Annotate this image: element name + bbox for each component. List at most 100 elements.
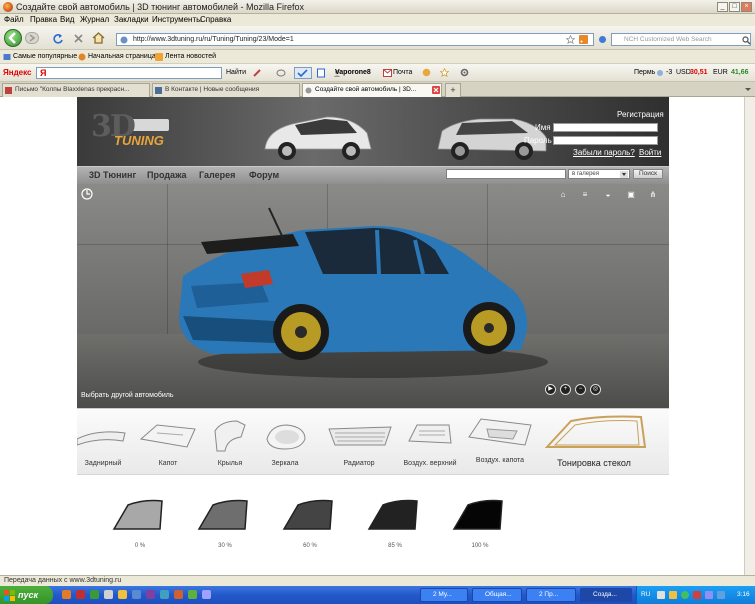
part-hood[interactable]: Капот <box>133 409 203 476</box>
favorites-star-icon[interactable] <box>440 68 449 77</box>
camera-icon[interactable]: ▣ <box>625 190 637 200</box>
yandex-search-input[interactable]: Я <box>36 67 222 79</box>
tab-close-icon[interactable] <box>432 86 440 94</box>
tint-option-85[interactable]: 85 % <box>365 489 425 549</box>
part-roof-scoop[interactable]: Воздух. верхний <box>399 409 461 476</box>
tray-antivirus-icon[interactable] <box>693 591 701 599</box>
view-list-icon[interactable]: ≡ <box>579 190 591 200</box>
play-icon[interactable]: ▶ <box>545 384 556 395</box>
zoom-in-icon[interactable]: + <box>560 384 571 395</box>
tray-app-icon[interactable] <box>717 591 725 599</box>
forgot-password-link[interactable]: Забыли пароль? <box>573 148 635 157</box>
tint-option-0[interactable]: 0 % <box>110 489 170 549</box>
part-window-tint[interactable]: Тонировка стекол <box>539 409 649 476</box>
tab-list-icon[interactable] <box>744 85 752 93</box>
site-logo-tuning[interactable]: TUNING <box>114 133 164 148</box>
yandex-find-button[interactable]: Найти <box>226 69 246 76</box>
tint-option-30[interactable]: 30 % <box>195 489 255 549</box>
rotate-icon[interactable] <box>81 188 93 200</box>
register-link[interactable]: Регистрация <box>617 110 664 119</box>
home-icon[interactable] <box>92 32 105 44</box>
settings-gear-icon[interactable] <box>460 68 469 77</box>
page-scrollbar[interactable] <box>744 97 755 575</box>
share-icon[interactable]: ⋔ <box>647 190 659 200</box>
part-hood-scoop[interactable]: Воздух. капота <box>463 409 537 476</box>
tab-mail[interactable]: Письмо "Колпы Blaxxlenas прекрасн... <box>2 83 150 97</box>
tray-network-icon[interactable] <box>657 591 665 599</box>
menu-bookmarks[interactable]: Закладки <box>114 15 149 24</box>
quicklaunch-app-icon[interactable] <box>174 590 183 599</box>
stop-icon[interactable] <box>73 33 84 44</box>
close-button[interactable]: × <box>741 2 752 12</box>
bookmark-start-page[interactable]: Начальная страница <box>88 53 156 60</box>
url-input[interactable]: http://www.3dtuning.ru/ru/Tuning/Tuning/… <box>116 33 594 46</box>
back-button[interactable] <box>4 29 22 47</box>
tint-option-60[interactable]: 60 % <box>280 489 340 549</box>
site-search-button[interactable]: Поиск <box>633 169 663 179</box>
login-password-input[interactable] <box>553 136 658 145</box>
part-radiator-grille[interactable]: Радиатор <box>323 409 395 476</box>
bookmark-check-button[interactable] <box>294 67 312 79</box>
quicklaunch-folder-icon[interactable] <box>118 590 127 599</box>
tray-app-icon[interactable] <box>705 591 713 599</box>
taskbar-button-mail[interactable]: 2 Му... <box>420 588 468 602</box>
nav-3d-tuning[interactable]: 3D Тюнинг <box>89 170 136 180</box>
quicklaunch-app-icon[interactable] <box>188 590 197 599</box>
menu-history[interactable]: Журнал <box>80 15 109 24</box>
nav-sale[interactable]: Продажа <box>147 170 187 180</box>
rss-icon[interactable] <box>579 35 588 44</box>
yandex-mail-link[interactable]: Почта <box>393 69 412 76</box>
web-search-input[interactable]: NCH Customized Web Search <box>611 33 751 46</box>
menu-view[interactable]: Вид <box>60 15 74 24</box>
tray-icq-icon[interactable] <box>681 591 689 599</box>
forward-button[interactable] <box>25 32 39 44</box>
search-scope-select[interactable]: в галерея <box>568 169 630 179</box>
part-rear-bumper[interactable]: Заднирный <box>77 409 129 476</box>
login-link[interactable]: Войти <box>639 148 661 157</box>
magnifier-icon[interactable] <box>742 36 751 45</box>
language-indicator[interactable]: RU <box>641 591 650 598</box>
quicklaunch-opera-icon[interactable] <box>76 590 85 599</box>
menu-edit[interactable]: Правка <box>30 15 57 24</box>
tray-volume-icon[interactable] <box>669 591 677 599</box>
weather-region[interactable]: Пермь <box>634 69 655 76</box>
reset-view-icon[interactable]: ◎ <box>590 384 601 395</box>
yandex-logo[interactable]: Яндекс <box>3 68 31 77</box>
reload-icon[interactable] <box>52 33 64 45</box>
car-3d-viewer[interactable]: ⌂ ≡ ◒ ▣ ⋔ Выбрать другой автомобиль ▶ + … <box>77 184 669 408</box>
taskbar-button-chat[interactable]: Общая... <box>472 588 522 602</box>
bookmark-news-feed[interactable]: Лента новостей <box>165 53 216 60</box>
quicklaunch-app-icon[interactable] <box>202 590 211 599</box>
choose-other-car-link[interactable]: Выбрать другой автомобиль <box>81 392 174 399</box>
quicklaunch-ie-icon[interactable] <box>132 590 141 599</box>
view-car-icon[interactable]: ◒ <box>602 190 614 200</box>
login-name-input[interactable] <box>553 123 658 132</box>
menu-help[interactable]: Справка <box>200 15 231 24</box>
menu-tools[interactable]: Инструменты <box>152 15 202 24</box>
new-tab-button[interactable]: + <box>445 83 461 97</box>
maximize-button[interactable]: □ <box>729 2 740 12</box>
yandex-username[interactable]: Vaporone8 <box>335 69 371 76</box>
quicklaunch-media-icon[interactable] <box>146 590 155 599</box>
quicklaunch-firefox-icon[interactable] <box>62 590 71 599</box>
view-home-icon[interactable]: ⌂ <box>557 190 569 200</box>
part-fenders[interactable]: Крылья <box>205 409 255 476</box>
page-icon[interactable] <box>316 68 326 78</box>
chat-icon[interactable] <box>276 68 286 78</box>
tab-vkontakte[interactable]: В Контакте | Новые сообщения <box>152 83 300 97</box>
bookmark-star-icon[interactable] <box>566 35 575 44</box>
money-icon[interactable] <box>422 68 431 77</box>
quicklaunch-icq-icon[interactable] <box>90 590 99 599</box>
nav-forum[interactable]: Форум <box>249 170 279 180</box>
quicklaunch-explorer-icon[interactable] <box>104 590 113 599</box>
part-mirrors[interactable]: Зеркала <box>257 409 313 476</box>
bookmark-popular[interactable]: Самые популярные <box>13 53 77 60</box>
taskbar-button-firefox[interactable]: Созда... <box>580 588 632 602</box>
search-engine-icon[interactable] <box>598 35 607 44</box>
zoom-out-icon[interactable]: − <box>575 384 586 395</box>
highlighter-icon[interactable] <box>252 68 262 78</box>
quicklaunch-skype-icon[interactable] <box>160 590 169 599</box>
start-button[interactable]: пуск <box>0 586 53 604</box>
site-search-input[interactable] <box>446 169 566 179</box>
nav-gallery[interactable]: Галерея <box>199 170 235 180</box>
